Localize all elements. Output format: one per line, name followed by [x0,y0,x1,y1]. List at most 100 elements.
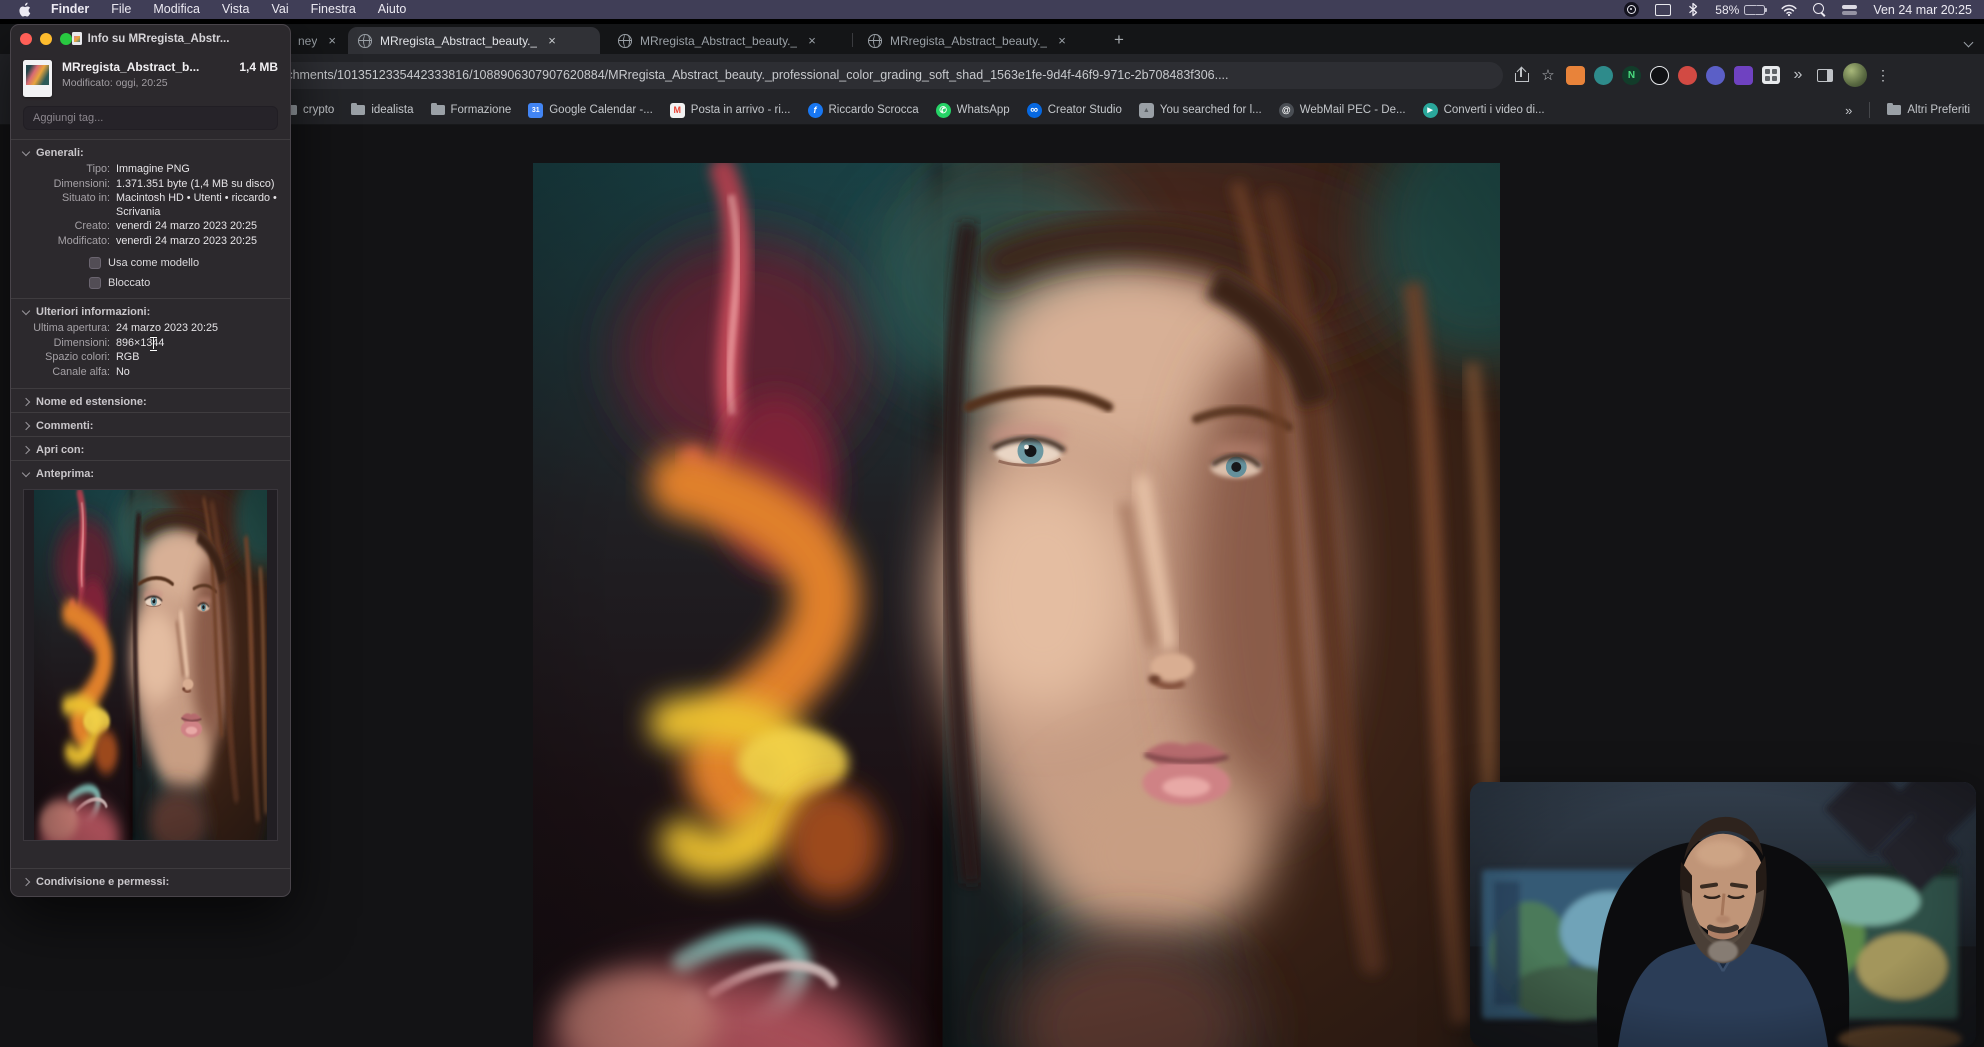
bookmark-creator-studio[interactable]: ∞ Creator Studio [1026,102,1122,118]
bookmark-folder-formazione[interactable]: Formazione [430,102,511,116]
extension-grid-icon[interactable] [1762,66,1780,84]
screen-recording-icon[interactable] [1624,2,1640,17]
checkbox-usa-come-modello[interactable]: Usa come modello [89,257,290,269]
tab-active-image[interactable]: MRregista_Abstract_beauty._ × [348,27,600,54]
close-icon[interactable]: × [1055,33,1069,48]
tab-image-3[interactable]: MRregista_Abstract_beauty._ × [858,27,1096,54]
bluetooth-icon[interactable] [1687,2,1699,17]
menu-item-modifica[interactable]: Modifica [142,0,211,19]
section-anteprima[interactable]: Anteprima: [11,461,290,484]
tab-label: MRregista_Abstract_beauty._ [640,33,798,48]
tab-label: MRregista_Abstract_beauty._ [890,33,1048,48]
chevron-right-icon [21,421,31,431]
side-panel-icon[interactable] [1816,66,1834,84]
close-icon[interactable]: × [545,33,559,48]
chevron-down-icon [21,306,31,315]
info-row-situato: Situato in: Macintosh HD • Utenti • ricca… [61,192,277,218]
menu-clock[interactable]: Ven 24 mar 20:25 [1873,3,1972,17]
info-row-creato: Creato: venerdì 24 marzo 2023 20:25 [74,220,258,232]
info-row-spazio-colori: Spazio colori: RGB [45,351,140,363]
profile-avatar[interactable] [1843,63,1867,87]
close-traffic-light[interactable] [20,33,32,45]
folder-icon [351,102,366,115]
finder-info-window[interactable]: Info su MRregista_Abstr... MRregista_Abs… [10,24,291,897]
close-icon[interactable]: × [325,33,339,48]
menu-status-area: 58% Ven 24 mar 20:25 [1624,2,1972,17]
bookmark-gmail[interactable]: M Posta in arrivo - ri... [669,102,791,118]
apple-logo-icon[interactable] [18,2,32,18]
extension-dark-icon[interactable] [1650,65,1669,85]
folder-icon [430,102,445,115]
menu-item-finestra[interactable]: Finestra [300,0,367,19]
extension-orange-icon[interactable] [1566,65,1585,85]
section-condivisione[interactable]: Condivisione e permessi: [11,869,290,896]
address-bar[interactable]: /attachments/1013512335442333816/1088906… [248,61,1503,89]
section-ulteriori[interactable]: Ulteriori informazioni: [11,299,290,322]
extensions-overflow-icon[interactable]: » [1789,66,1807,84]
play-icon: ▶ [1422,102,1438,118]
close-icon[interactable]: × [805,33,819,48]
tab-label: MRregista_Abstract_beauty._ [380,33,538,48]
checkbox-icon[interactable] [89,277,101,289]
webcam-overlay [1470,782,1976,1047]
other-bookmarks-folder[interactable]: Altri Preferiti [1887,102,1970,116]
bookmark-folder-idealista[interactable]: idealista [351,102,414,116]
bookmark-star-icon[interactable]: ☆ [1539,66,1557,84]
text-cursor [149,335,158,351]
extension-violet-icon[interactable] [1734,65,1753,85]
bookmark-you-searched[interactable]: ▲ You searched for l... [1138,102,1262,118]
tab-label: ney [298,33,318,48]
new-tab-button[interactable]: + [1106,28,1132,52]
bookmarks-overflow-chevron[interactable]: » [1845,103,1852,118]
info-row-modificato: Modificato: venerdì 24 marzo 2023 20:25 [57,234,258,247]
bookmark-google-calendar[interactable]: 31 Google Calendar -... [528,102,653,118]
menu-item-aiuto[interactable]: Aiuto [367,0,418,19]
zoom-traffic-light[interactable] [60,33,72,45]
macos-menu-bar: Finder File Modifica Vista Vai Finestra … [0,0,1984,19]
section-nome-estensione[interactable]: Nome ed estensione: [11,389,290,412]
file-thumbnail-icon [23,60,52,97]
info-window-titlebar[interactable]: Info su MRregista_Abstr... [11,25,290,52]
display-icon[interactable] [1655,3,1672,16]
extension-n-icon[interactable]: N [1622,65,1641,85]
menu-item-vista[interactable]: Vista [211,0,261,19]
menu-item-file[interactable]: File [100,0,142,19]
window-title: Info su MRregista_Abstr... [87,32,230,45]
extension-indigo-icon[interactable] [1706,65,1725,85]
extension-red-icon[interactable] [1678,65,1697,85]
tab-image-2[interactable]: MRregista_Abstract_beauty._ × [608,27,846,54]
browser-menu-kebab-icon[interactable]: ⋮ [1876,68,1890,82]
minimize-traffic-light[interactable] [40,33,52,45]
share-icon[interactable] [1512,66,1530,84]
file-doc-icon [71,32,82,45]
bookmark-facebook[interactable]: f Riccardo Scrocca [807,102,919,118]
chevron-down-icon [21,468,31,477]
folder-icon [1887,102,1902,115]
bookmark-converti-video[interactable]: ▶ Converti i video di... [1422,102,1545,118]
bookmark-whatsapp[interactable]: ✆ WhatsApp [935,102,1010,118]
extension-teal-icon[interactable] [1594,65,1613,85]
section-generali[interactable]: Generali: [11,140,290,163]
tags-input[interactable]: Aggiungi tag... [23,106,278,130]
info-row-dimensioni-byte: Dimensioni: 1.371.351 byte (1,4 MB su dis… [53,177,275,190]
url-text: /attachments/1013512335442333816/1088906… [262,68,1229,82]
globe-favicon-icon [358,33,372,48]
checkbox-icon[interactable] [89,257,101,269]
file-name: MRregista_Abstract_b... [62,60,200,74]
checkbox-bloccato[interactable]: Bloccato [89,277,290,289]
wifi-icon[interactable] [1781,4,1797,16]
menu-item-finder[interactable]: Finder [40,0,100,19]
spotlight-search-icon[interactable] [1813,3,1826,16]
tab-search-chevron-icon[interactable] [1963,33,1974,48]
section-apri-con[interactable]: Apri con: [11,437,290,460]
battery-indicator[interactable]: 58% [1715,3,1768,17]
menu-item-vai[interactable]: Vai [260,0,299,19]
bookmark-webmail-pec[interactable]: @ WebMail PEC - De... [1278,102,1406,118]
tab-partial-midjourney[interactable]: ney × [288,27,349,54]
info-row-ultima-apertura: Ultima apertura: 24 marzo 2023 20:25 [33,322,219,334]
control-center-icon[interactable] [1842,4,1858,15]
calendar-icon: 31 [528,102,544,118]
chevron-right-icon [21,445,31,455]
section-commenti[interactable]: Commenti: [11,413,290,436]
meta-icon: ∞ [1026,102,1042,118]
